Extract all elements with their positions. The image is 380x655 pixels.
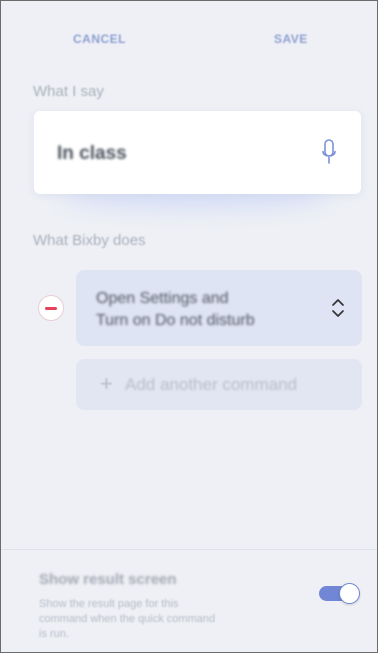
- show-result-screen-description: Show the result page for this command wh…: [39, 597, 294, 642]
- quick-command-screen: CANCEL SAVE What I say In class What Bix…: [0, 0, 378, 653]
- command-text: Open Settings and Turn on Do not disturb: [96, 288, 306, 332]
- add-command-button[interactable]: + Add another command: [76, 359, 362, 410]
- remove-icon: [45, 307, 57, 310]
- command-line-1: Open Settings and: [96, 290, 229, 307]
- save-button[interactable]: SAVE: [274, 32, 308, 46]
- what-bixby-does-label: What Bixby does: [33, 232, 146, 249]
- remove-command-button[interactable]: [38, 295, 64, 321]
- description-line-1: Show the result page for this: [39, 598, 179, 610]
- what-i-say-card[interactable]: In class: [34, 111, 361, 194]
- command-card[interactable]: Open Settings and Turn on Do not disturb: [76, 270, 362, 346]
- description-line-2: command when the quick command: [39, 613, 216, 625]
- show-result-screen-toggle[interactable]: [319, 583, 360, 604]
- show-result-screen-title: Show result screen: [39, 571, 177, 588]
- top-action-bar: CANCEL SAVE: [1, 1, 377, 71]
- section-divider: [1, 549, 377, 550]
- description-line-3: is run.: [39, 628, 69, 640]
- microphone-icon[interactable]: [321, 139, 337, 167]
- toggle-knob: [339, 583, 360, 604]
- command-line-2: Turn on Do not disturb: [96, 312, 255, 329]
- cancel-button[interactable]: CANCEL: [73, 32, 126, 46]
- add-command-label: Add another command: [125, 375, 297, 394]
- say-command-text: In class: [57, 143, 127, 164]
- reorder-icon[interactable]: [330, 296, 346, 320]
- what-i-say-label: What I say: [33, 83, 104, 100]
- plus-icon: +: [100, 371, 113, 396]
